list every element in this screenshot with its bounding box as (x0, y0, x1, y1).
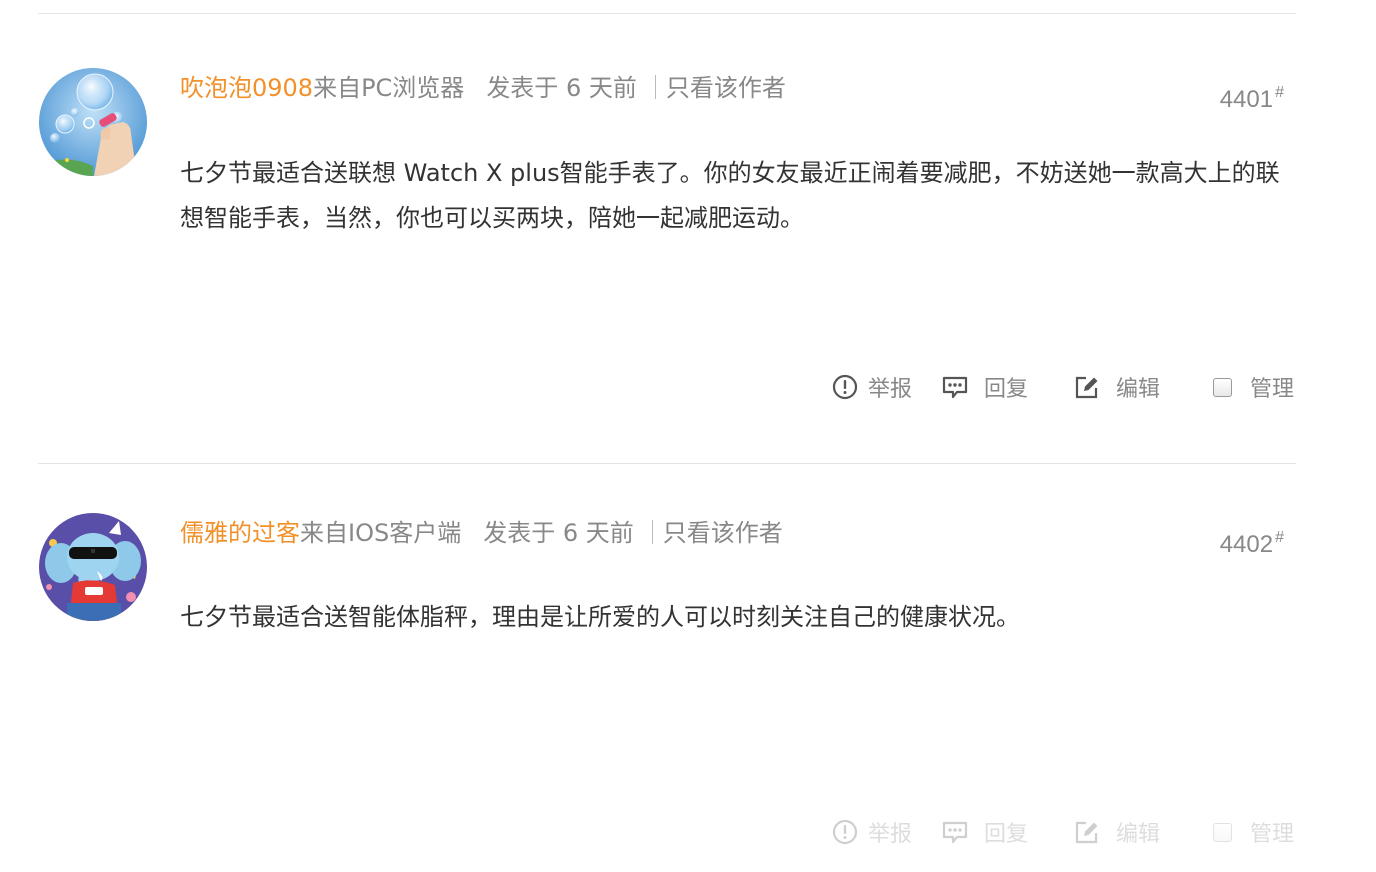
meta-separator (654, 75, 656, 99)
report-button[interactable]: 举报 (830, 816, 940, 848)
author-name[interactable]: 儒雅的过客 (180, 519, 300, 547)
edit-label: 编辑 (1116, 377, 1161, 402)
report-label: 举报 (868, 377, 913, 402)
only-author-link[interactable]: 只看该作者 (666, 74, 786, 102)
manage-checkbox[interactable]: 管理 (1207, 371, 1294, 403)
avatar[interactable] (39, 68, 147, 176)
checkbox-icon[interactable] (1213, 377, 1232, 397)
post-time: 发表于 6 天前 (486, 74, 637, 102)
report-icon (830, 817, 860, 847)
comment-icon (940, 372, 970, 402)
manage-label: 管理 (1250, 377, 1295, 402)
report-button[interactable]: 举报 (830, 371, 940, 403)
floor-number-value: 4401 (1219, 86, 1274, 113)
author-name[interactable]: 吹泡泡0908 (180, 74, 313, 102)
report-icon (830, 372, 860, 402)
cartoon-elephant-avatar-icon (39, 513, 147, 621)
manage-checkbox[interactable]: 管理 (1207, 816, 1294, 848)
only-author-link[interactable]: 只看该作者 (663, 519, 783, 547)
meta-separator (651, 520, 653, 544)
avatar[interactable] (39, 513, 147, 621)
top-divider (38, 13, 1296, 14)
manage-label: 管理 (1250, 822, 1295, 847)
report-label: 举报 (868, 822, 913, 847)
post-time: 发表于 6 天前 (483, 519, 634, 547)
edit-icon (1072, 817, 1102, 847)
reply-button[interactable]: 回复 (940, 371, 1072, 403)
reply-label: 回复 (984, 377, 1029, 402)
floor-number[interactable]: 4402 # (1220, 529, 1284, 559)
post-actions: 举报 回复 编辑 管理 (830, 370, 1294, 404)
post-content: 七夕节最适合送智能体脂秤，理由是让所爱的人可以时刻关注自己的健康状况。 (180, 603, 1020, 631)
bubble-blowing-hand-avatar-icon (39, 68, 147, 176)
post-source: 来自IOS客户端 (300, 519, 462, 547)
edit-label: 编辑 (1116, 822, 1161, 847)
comment-icon (940, 817, 970, 847)
post-thread: 吹泡泡0908来自PC浏览器 发表于 6 天前 只看该作者 4401 # 七夕节最适合… (0, 0, 1376, 872)
post-actions: 举报 回复 编辑 管理 (830, 815, 1294, 849)
post-source: 来自PC浏览器 (313, 74, 465, 102)
checkbox-icon[interactable] (1213, 822, 1232, 842)
post-meta: 儒雅的过客来自IOS客户端 发表于 6 天前 只看该作者 (180, 517, 783, 549)
floor-number[interactable]: 4401 # (1220, 84, 1284, 114)
reply-button[interactable]: 回复 (940, 816, 1072, 848)
floor-mark: # (1275, 84, 1284, 101)
post-meta: 吹泡泡0908来自PC浏览器 发表于 6 天前 只看该作者 (180, 72, 786, 104)
edit-button[interactable]: 编辑 (1072, 371, 1207, 403)
reply-label: 回复 (984, 822, 1029, 847)
edit-button[interactable]: 编辑 (1072, 816, 1207, 848)
floor-mark: # (1275, 529, 1284, 546)
edit-icon (1072, 372, 1102, 402)
post-content: 七夕节最适合送联想 Watch X plus智能手表了。你的女友最近正闹着要减肥… (180, 159, 1280, 232)
floor-number-value: 4402 (1219, 531, 1274, 558)
post-divider (38, 463, 1296, 464)
